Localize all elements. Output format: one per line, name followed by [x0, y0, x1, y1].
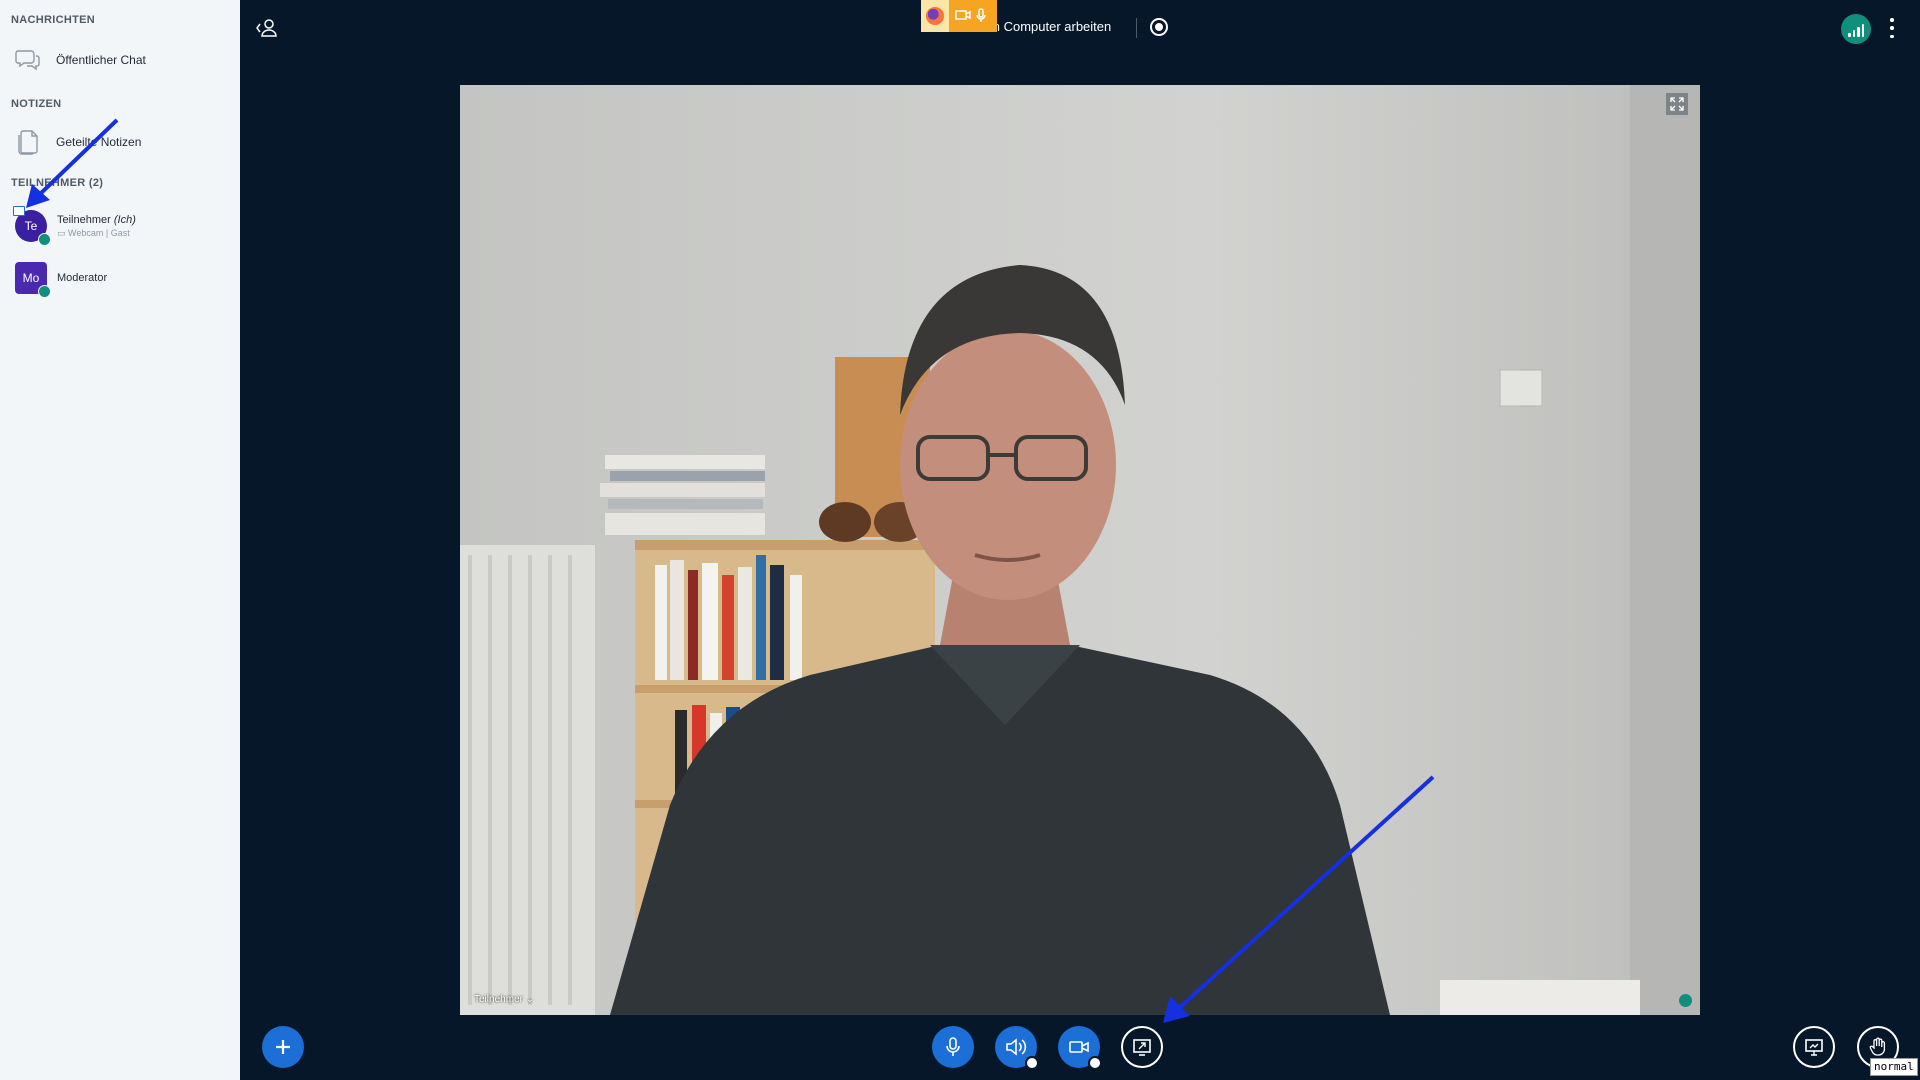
firefox-icon — [921, 0, 949, 32]
signal-bar — [1852, 30, 1855, 37]
signal-bar — [1857, 27, 1860, 37]
public-chat-item[interactable]: Öffentlicher Chat — [10, 40, 230, 80]
connection-status-button[interactable] — [1841, 14, 1871, 44]
users-section-title: TEILNEHMER (2) — [11, 177, 104, 189]
signal-bar — [1861, 24, 1864, 37]
mute-microphone-button[interactable] — [932, 1026, 974, 1068]
public-chat-label: Öffentlicher Chat — [56, 53, 146, 67]
actions-plus-button[interactable] — [262, 1026, 304, 1068]
user-row-participant[interactable]: Te Teilnehmer (Ich) ▭ Webcam | Gast — [13, 206, 225, 246]
top-bar: Erlebt: Am Computer arbeiten — [240, 0, 1920, 56]
chat-bubbles-icon — [10, 42, 46, 78]
mic-status-icon — [38, 285, 51, 298]
microphone-icon — [946, 1037, 960, 1056]
mic-status-icon — [38, 233, 51, 246]
notes-document-icon — [10, 124, 46, 160]
avatar-initials: Te — [24, 219, 38, 233]
notes-section-title: NOTIZEN — [11, 98, 62, 110]
user-me-tag: (Ich) — [113, 213, 136, 226]
fullscreen-button[interactable] — [1666, 93, 1688, 115]
speaker-icon — [1006, 1038, 1027, 1056]
user-list-icon — [256, 19, 277, 37]
sidebar: NACHRICHTEN Öffentlicher Chat NOTIZEN Ge… — [0, 0, 240, 1080]
record-button[interactable] — [1150, 18, 1168, 36]
video-participant-name[interactable]: Teilnehmer ⌄ — [474, 994, 534, 1005]
conference-app: NACHRICHTEN Öffentlicher Chat NOTIZEN Ge… — [0, 0, 1920, 1080]
user-name: Moderator — [57, 272, 108, 284]
hand-icon — [1869, 1037, 1886, 1056]
presenter-screen-icon — [13, 206, 25, 216]
avatar: Te — [13, 206, 51, 246]
screen-share-icon — [1133, 1039, 1151, 1056]
avatar-initials: Mo — [22, 271, 40, 285]
screen-share-button[interactable] — [1121, 1026, 1163, 1068]
signal-bar — [1848, 33, 1851, 37]
webcam-icon: ▭ — [57, 227, 66, 238]
presentation-icon — [1805, 1039, 1823, 1056]
presentation-button[interactable] — [1793, 1026, 1835, 1068]
shared-notes-label: Geteilte Notizen — [56, 135, 142, 149]
microphone-icon — [976, 8, 986, 22]
video-camera-icon — [1069, 1041, 1089, 1053]
messages-section-title: NACHRICHTEN — [11, 14, 95, 26]
user-name: Teilnehmer — [57, 213, 111, 226]
user-row-moderator[interactable]: Mo Moderator — [15, 258, 225, 298]
browser-sharing-indicator[interactable] — [921, 0, 997, 32]
webcam-feed-image — [460, 85, 1700, 1015]
options-menu-button[interactable] — [1888, 18, 1896, 38]
webcam-video[interactable]: Teilnehmer ⌄ — [460, 85, 1700, 1015]
divider — [1136, 18, 1137, 38]
audio-options-indicator[interactable] — [1025, 1056, 1039, 1070]
camera-icon — [955, 10, 971, 20]
webcam-button[interactable] — [1058, 1026, 1102, 1070]
toggle-userlist-button[interactable] — [254, 16, 280, 40]
plus-icon — [276, 1040, 290, 1054]
webcam-options-indicator[interactable] — [1088, 1056, 1102, 1070]
user-status: Webcam | Gast — [68, 227, 130, 238]
cursor-tooltip: normal — [1870, 1058, 1918, 1076]
video-mic-status-icon — [1679, 994, 1692, 1007]
audio-button[interactable] — [995, 1026, 1039, 1070]
shared-notes-item[interactable]: Geteilte Notizen — [10, 122, 230, 162]
avatar: Mo — [15, 262, 51, 298]
fullscreen-icon — [1670, 97, 1684, 111]
